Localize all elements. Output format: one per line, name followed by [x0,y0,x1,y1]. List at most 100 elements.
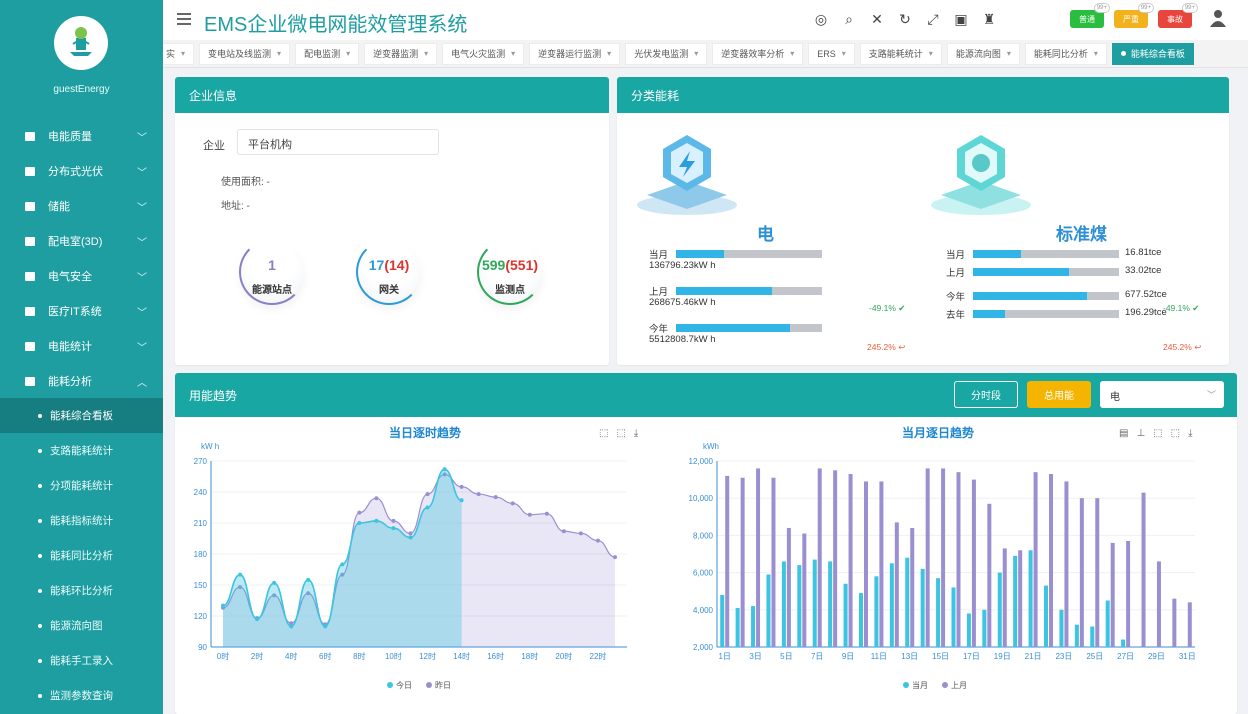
sidebar-subitem-0[interactable]: 能耗综合看板 [0,398,163,433]
tab-dropdown-icon[interactable]: ▾ [1094,49,1098,58]
tab-dropdown-icon[interactable]: ▾ [607,49,611,58]
bar-last-month[interactable] [956,472,961,647]
bar-last-month[interactable] [756,468,761,647]
legend-last-month[interactable]: 上月 [942,680,967,691]
data-point[interactable] [272,580,277,585]
tab-10[interactable]: 能源流向图 ▾ [946,42,1020,65]
bar-last-month[interactable] [925,468,930,647]
alarm-badge-2[interactable]: 事故 99+ [1158,3,1198,28]
data-point[interactable] [578,531,583,536]
data-point[interactable] [459,498,464,503]
user-icon[interactable] [1210,9,1226,27]
bar-this-month[interactable] [1121,639,1126,647]
tab-dropdown-icon[interactable]: ▾ [424,49,428,58]
stat-circle-0[interactable]: 1 能源站点 [239,239,305,305]
sidebar-item-3[interactable]: 配电室(3D) ﹀ [0,223,163,258]
sidebar-subitem-8[interactable]: 监测参数查询 [0,678,163,713]
dashboard-icon[interactable]: ◎ [812,10,830,28]
sidebar-subitem-7[interactable]: 能耗手工录入 [0,643,163,678]
sidebar-item-4[interactable]: 电气安全 ﹀ [0,258,163,293]
bar-last-month[interactable] [1187,602,1192,647]
bar-last-month[interactable] [863,481,868,647]
data-point[interactable] [374,496,379,501]
tab-dropdown-icon[interactable]: ▾ [694,49,698,58]
bar-last-month[interactable] [941,468,946,647]
data-point[interactable] [357,510,362,515]
bar-last-month[interactable] [879,481,884,647]
bar-last-month[interactable] [971,479,976,647]
tab-9[interactable]: 支路能耗统计 ▾ [859,42,942,65]
data-point[interactable] [255,617,260,622]
data-point[interactable] [391,518,396,523]
bar-this-month[interactable] [1044,585,1049,647]
stat-circle-2[interactable]: 599(551) 监测点 [477,239,543,305]
bar-this-month[interactable] [936,578,941,647]
energy-type-select[interactable]: 电 ﹀ [1100,381,1224,408]
data-point[interactable] [357,521,362,525]
bar-last-month[interactable] [1064,481,1069,647]
legend-this-month[interactable]: 当月 [903,680,928,691]
bar-last-month[interactable] [1141,492,1146,647]
data-point[interactable] [340,562,345,567]
bar-this-month[interactable] [1028,550,1033,647]
tab-dropdown-icon[interactable]: ▾ [929,49,933,58]
tab-3[interactable]: 逆变器监测 ▾ [364,42,438,65]
bar-this-month[interactable] [781,561,786,647]
bar-last-month[interactable] [1095,498,1100,647]
data-point[interactable] [510,501,515,506]
tab-12[interactable]: 能耗综合看板 [1111,42,1194,65]
data-point[interactable] [459,484,464,489]
bar-last-month[interactable] [848,474,853,647]
data-point[interactable] [476,492,481,497]
bar-this-month[interactable] [1059,609,1064,647]
bar-last-month[interactable] [786,527,791,647]
bar-this-month[interactable] [1074,624,1079,647]
data-point[interactable] [595,538,600,543]
sidebar-item-7[interactable]: 能耗分析 ︿ [0,363,163,398]
bar-last-month[interactable] [1156,561,1161,647]
bar-this-month[interactable] [951,587,956,647]
tab-dropdown-icon[interactable]: ▾ [511,49,515,58]
total-usage-button[interactable]: 总用能 [1027,381,1091,408]
bar-last-month[interactable] [771,477,776,647]
sidebar-item-0[interactable]: 电能质量 ﹀ [0,118,163,153]
tab-8[interactable]: ERS ▾ [808,42,855,65]
data-point[interactable] [425,492,430,497]
data-point[interactable] [493,495,498,500]
data-point[interactable] [544,511,549,516]
bar-this-month[interactable] [874,576,879,647]
bar-this-month[interactable] [828,561,833,647]
bar-this-month[interactable] [982,609,987,647]
tab-4[interactable]: 电气火灾监测 ▾ [442,42,525,65]
bar-last-month[interactable] [1002,548,1007,647]
data-point[interactable] [527,512,532,517]
bar-last-month[interactable] [987,503,992,647]
tab-0[interactable]: 实 ▾ [163,42,195,65]
data-point[interactable] [289,624,294,629]
bar-last-month[interactable] [725,475,730,647]
tab-11[interactable]: 能耗同比分析 ▾ [1024,42,1107,65]
bar-last-month[interactable] [817,468,822,647]
sidebar-item-1[interactable]: 分布式光伏 ﹀ [0,153,163,188]
tab-dropdown-icon[interactable]: ▾ [790,49,794,58]
bar-this-month[interactable] [920,568,925,647]
bar-this-month[interactable] [797,565,802,647]
bar-last-month[interactable] [1126,540,1131,647]
bar-last-month[interactable] [740,477,745,647]
bar-this-month[interactable] [843,583,848,647]
tab-dropdown-icon[interactable]: ▾ [1007,49,1011,58]
data-point[interactable] [442,467,447,472]
tab-dropdown-icon[interactable]: ▾ [181,49,185,58]
data-point[interactable] [391,526,396,531]
mute-icon[interactable]: ✕ [868,10,886,28]
legend-yesterday[interactable]: 昨日 [426,680,451,691]
data-point[interactable] [408,531,413,536]
tab-1[interactable]: 变电站及线监测 ▾ [199,42,291,65]
sidebar-subitem-6[interactable]: 能源流向图 [0,608,163,643]
time-period-button[interactable]: 分时段 [954,381,1018,408]
data-point[interactable] [561,529,566,534]
stat-circle-1[interactable]: 17(14) 网关 [356,239,422,305]
refresh-icon[interactable]: ↻ [896,10,914,28]
bar-last-month[interactable] [1110,542,1115,647]
bar-this-month[interactable] [1105,600,1110,648]
